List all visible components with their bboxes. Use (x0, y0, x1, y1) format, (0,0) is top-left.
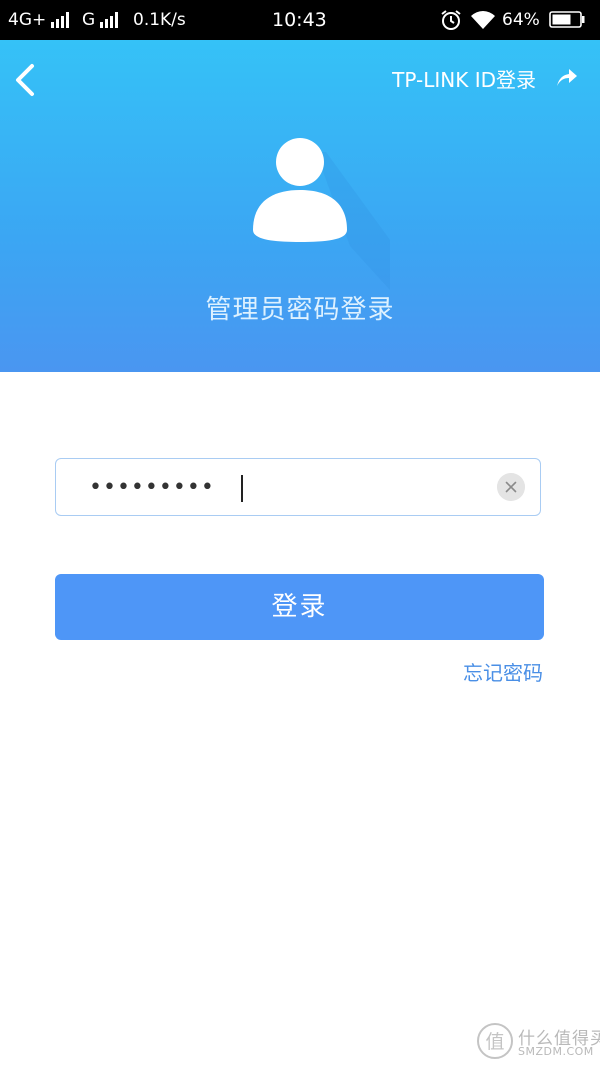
status-bar: 4G+ G 0.1K/s 10:43 64% (0, 0, 600, 40)
password-field[interactable]: ••••••••• (55, 458, 541, 516)
text-cursor (241, 475, 243, 502)
watermark: 值 什么值得买 SMZDM.COM (476, 1020, 600, 1064)
password-input-value[interactable]: ••••••••• (89, 459, 215, 514)
forgot-password-link[interactable]: 忘记密码 (463, 658, 543, 688)
battery-percent: 64% (502, 10, 540, 30)
back-arrow-icon[interactable] (8, 58, 44, 102)
login-button[interactable]: 登录 (55, 574, 544, 640)
alarm-icon (441, 10, 461, 30)
wifi-icon (471, 11, 495, 29)
user-avatar-icon (253, 138, 390, 290)
signal-icon (51, 12, 73, 28)
clear-icon[interactable] (497, 473, 525, 501)
network-speed: 0.1K/s (133, 10, 186, 30)
page-title: 管理员密码登录 (205, 295, 395, 325)
watermark-logo-glyph: 值 (485, 1031, 504, 1053)
watermark-logo-icon: 值 (477, 1023, 513, 1059)
network-type: 4G+ (8, 10, 47, 30)
watermark-subtext: SMZDM.COM (518, 1045, 594, 1058)
battery-icon (549, 11, 585, 28)
network-type-secondary: G (82, 10, 96, 30)
clock: 10:43 (272, 9, 327, 31)
tplink-id-login-link[interactable]: TP-LINK ID登录 (392, 67, 536, 93)
login-header: TP-LINK ID登录 管理员密码登录 (0, 40, 600, 372)
signal-icon (100, 12, 122, 28)
switch-arrow-icon[interactable] (551, 64, 579, 92)
